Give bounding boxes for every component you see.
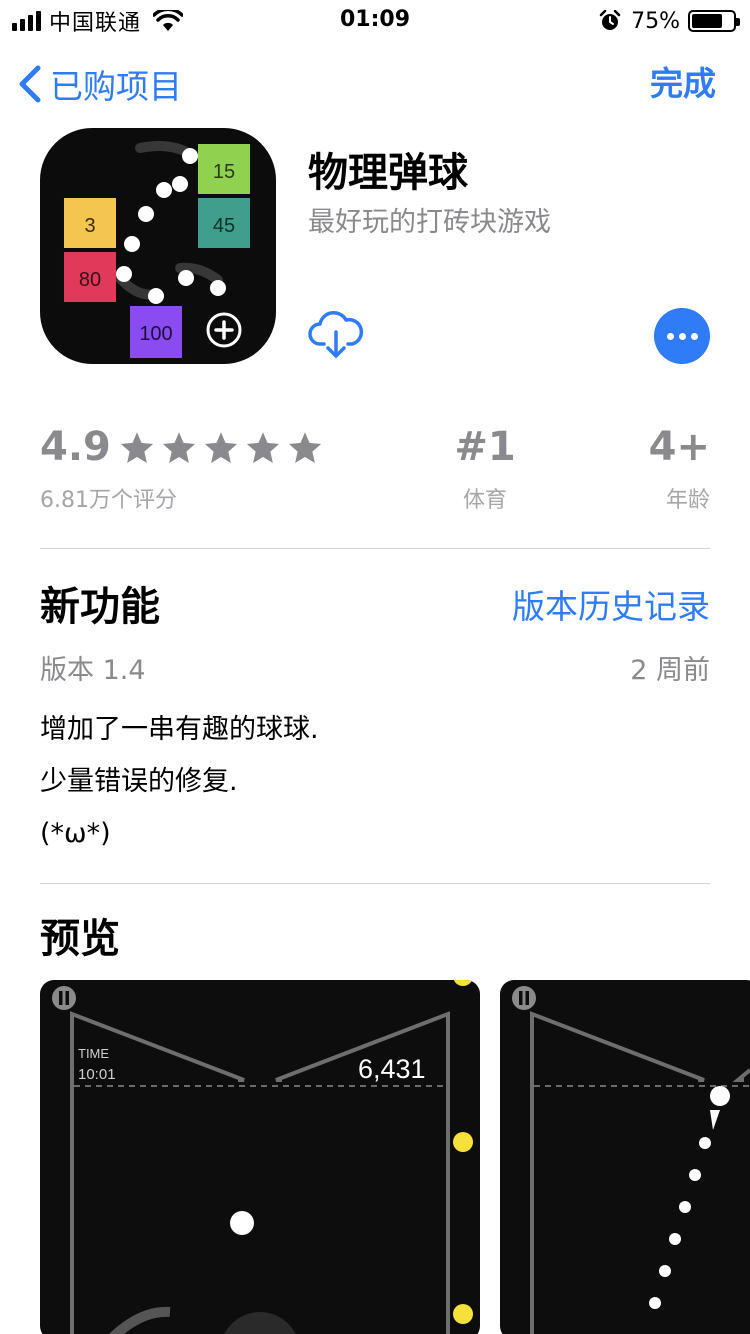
- star-icon: [204, 432, 238, 463]
- icon-block-label: 80: [79, 269, 101, 291]
- release-note-line: (*ω*): [40, 818, 111, 849]
- game-time-value: 10:01: [78, 1066, 116, 1083]
- preview-title: 预览: [40, 916, 120, 962]
- chart-rank-category: 体育: [462, 488, 507, 513]
- star-icon: [162, 432, 196, 463]
- release-note-line: 增加了一串有趣的球球.: [40, 714, 319, 745]
- alarm-icon: [599, 10, 621, 30]
- icon-block-label: 15: [213, 161, 235, 183]
- game-time-label: TIME: [78, 1046, 110, 1061]
- battery-icon: [688, 10, 740, 32]
- age-rating-label: 年龄: [665, 488, 710, 513]
- back-button[interactable]: 已购项目: [16, 62, 182, 106]
- chevron-left-icon: [19, 65, 41, 103]
- more-options-button[interactable]: [654, 308, 710, 364]
- battery-percent: 75%: [631, 8, 680, 34]
- more-dot-icon: [666, 332, 674, 340]
- version-history-link[interactable]: 版本历史记录: [512, 580, 710, 628]
- status-bar-right: 75%: [599, 8, 740, 34]
- battery-fill: [692, 14, 722, 28]
- rating-score: 4.9: [40, 424, 111, 470]
- star-icon: [246, 432, 280, 463]
- release-notes: 增加了一串有趣的球球. 少量错误的修复. (*ω*): [40, 704, 319, 860]
- rating-count: 6.81万个评分: [40, 488, 177, 513]
- icon-block-label: 3: [84, 215, 95, 237]
- divider: [40, 883, 710, 884]
- release-note-line: 少量错误的修复.: [40, 766, 238, 797]
- download-button[interactable]: [308, 310, 364, 362]
- divider: [40, 548, 710, 549]
- screenshot-preview-2[interactable]: [500, 980, 750, 1334]
- game-score: 6,431: [358, 1054, 426, 1084]
- more-dot-icon: [690, 332, 698, 340]
- battery-cap: [736, 18, 740, 26]
- pause-icon: [52, 986, 76, 1010]
- icon-block-label: 45: [213, 215, 235, 237]
- done-button[interactable]: 完成: [650, 62, 716, 106]
- whats-new-title: 新功能: [40, 584, 160, 630]
- star-rating: [118, 430, 324, 466]
- app-icon: 15 45 3 80 100: [40, 128, 276, 364]
- pause-icon: [512, 986, 536, 1010]
- icon-block-label: 100: [139, 323, 172, 345]
- star-icon: [288, 432, 322, 463]
- status-bar: 中国联通 01:09 75%: [0, 0, 750, 40]
- star-icon: [120, 432, 154, 463]
- version-date: 2 周前: [630, 655, 710, 686]
- app-subtitle: 最好玩的打砖块游戏: [308, 207, 551, 238]
- age-rating: 4+: [648, 424, 710, 470]
- app-icon-artwork: 15 45 3 80 100: [64, 141, 250, 358]
- cloud-download-icon: [308, 311, 364, 358]
- back-button-label: 已购项目: [50, 67, 182, 106]
- screenshot-1-artwork: [52, 980, 473, 1334]
- screenshot-preview-1[interactable]: TIME 10:01 6,431: [40, 980, 480, 1334]
- version-number: 版本 1.4: [40, 655, 146, 686]
- more-dot-icon: [678, 332, 686, 340]
- chart-rank: #1: [454, 424, 516, 470]
- app-title: 物理弹球: [308, 150, 468, 196]
- screenshot-2-artwork: [512, 986, 750, 1334]
